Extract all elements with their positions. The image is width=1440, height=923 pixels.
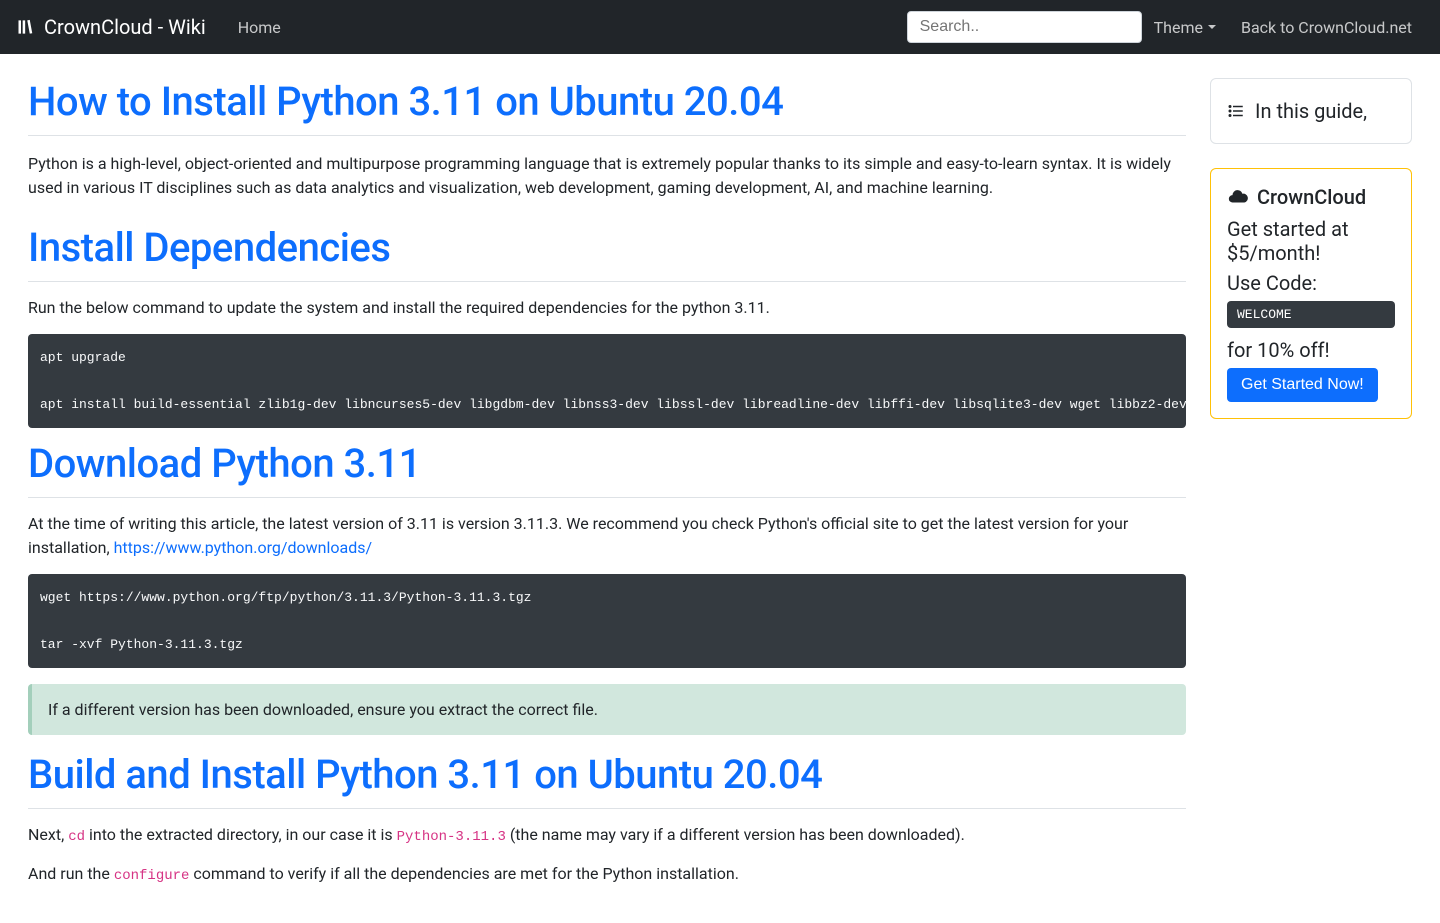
brand-text: CrownCloud - Wiki [44,15,206,39]
promo-brand-row: CrownCloud [1227,185,1395,209]
intro-text: Python is a high-level, object-oriented … [28,152,1186,200]
sidebar: In this guide, CrownCloud Get started at… [1210,78,1412,901]
toc-title: In this guide, [1255,99,1367,123]
deps-code-block: apt upgrade apt install build-essential … [28,334,1186,428]
main-content: How to Install Python 3.11 on Ubuntu 20.… [28,78,1186,901]
heading-download: Download Python 3.11 [28,440,1186,498]
configure-code: configure [114,868,190,884]
page-title: How to Install Python 3.11 on Ubuntu 20.… [28,78,1186,136]
list-icon [1227,102,1245,120]
promo-usecode: Use Code: [1227,271,1395,295]
toc-card[interactable]: In this guide, [1210,78,1412,144]
promo-brand: CrownCloud [1257,185,1366,209]
promo-price: Get started at $5/month! [1227,217,1395,265]
nav-home[interactable]: Home [226,10,293,45]
promo-discount: for 10% off! [1227,338,1395,362]
build-p1: Next, cd into the extracted directory, i… [28,823,1186,848]
promo-card: CrownCloud Get started at $5/month! Use … [1210,168,1412,419]
dir-code: Python-3.11.3 [397,829,506,845]
nav-right: Theme Back to CrownCloud.net [907,10,1424,45]
python-downloads-link[interactable]: https://www.python.org/downloads/ [114,538,372,557]
build-p2-pre: And run the [28,864,114,883]
theme-dropdown[interactable]: Theme [1154,18,1217,37]
search-input[interactable] [907,11,1142,43]
build-p1-post: (the name may vary if a different versio… [506,825,965,844]
download-code-block: wget https://www.python.org/ftp/python/3… [28,574,1186,668]
books-icon [16,17,36,37]
build-p2: And run the configure command to verify … [28,862,1186,887]
deps-text: Run the below command to update the syst… [28,296,1186,320]
theme-label: Theme [1154,18,1203,37]
brand[interactable]: CrownCloud - Wiki [16,15,206,39]
cloud-icon [1227,186,1249,208]
container: How to Install Python 3.11 on Ubuntu 20.… [0,54,1440,923]
get-started-button[interactable]: Get Started Now! [1227,368,1378,402]
build-p2-post: command to verify if all the dependencie… [189,864,738,883]
nav-back-link[interactable]: Back to CrownCloud.net [1229,10,1424,45]
build-p1-mid: into the extracted directory, in our cas… [85,825,397,844]
note-alert: If a different version has been download… [28,684,1186,735]
cd-code: cd [68,829,85,845]
heading-dependencies: Install Dependencies [28,224,1186,282]
heading-build: Build and Install Python 3.11 on Ubuntu … [28,751,1186,809]
download-text: At the time of writing this article, the… [28,512,1186,560]
build-p1-pre: Next, [28,825,68,844]
navbar: CrownCloud - Wiki Home Theme Back to Cro… [0,0,1440,54]
chevron-down-icon [1207,22,1217,32]
promo-code: WELCOME [1227,301,1395,328]
